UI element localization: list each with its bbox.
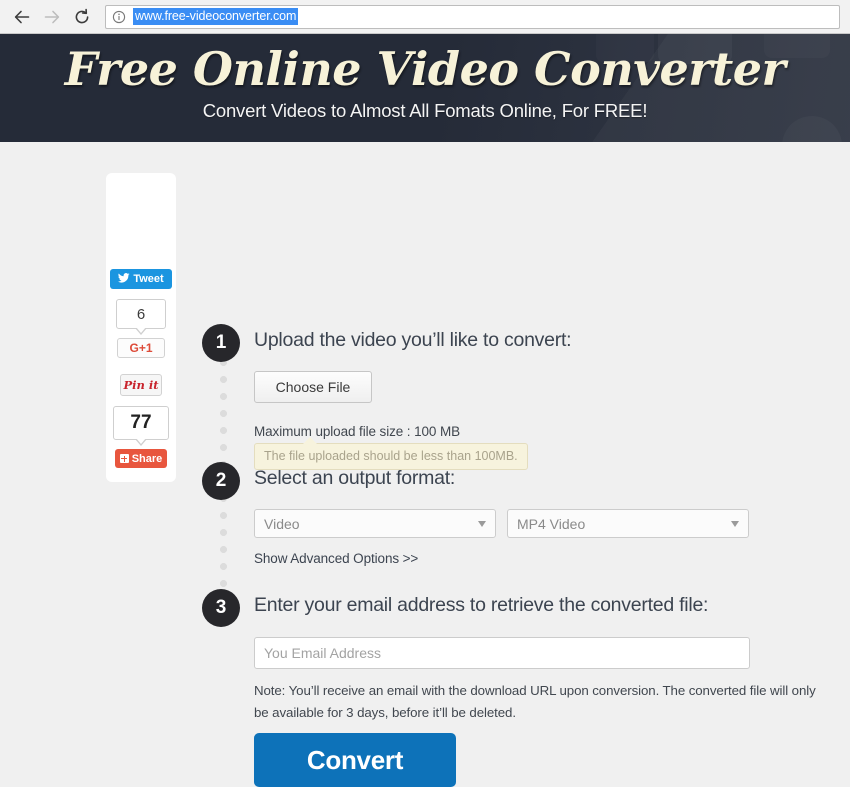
reload-button[interactable] (68, 3, 96, 31)
page-subtitle: Convert Videos to Almost All Fomats Onli… (202, 100, 648, 121)
chevron-down-icon (478, 520, 486, 527)
pinterest-button[interactable]: Pin it (120, 374, 162, 396)
tweet-button[interactable]: Tweet (110, 269, 172, 289)
tweet-label: Tweet (133, 273, 164, 285)
upload-size-tooltip: The file uploaded should be less than 10… (254, 437, 528, 470)
google-plus-button[interactable]: G+1 (117, 338, 165, 358)
step-3-title: Enter your email address to retrieve the… (254, 594, 709, 616)
plus-icon (119, 454, 129, 463)
hero-banner: Free Online Video Converter Convert Vide… (0, 34, 850, 142)
step-1-title: Upload the video you’ll like to convert: (254, 329, 572, 351)
forward-button[interactable] (38, 3, 66, 31)
format-category-select[interactable]: Video (254, 509, 496, 538)
step-3-badge: 3 (202, 589, 240, 627)
share-button[interactable]: Share (115, 449, 167, 468)
show-advanced-options-link[interactable]: Show Advanced Options >> (254, 551, 418, 566)
social-share-rail: Tweet 6 G+1 Pin it 77 Share (106, 173, 176, 482)
step-2-badge: 2 (202, 462, 240, 500)
twitter-bird-icon (118, 272, 130, 286)
address-bar[interactable]: www.free-videoconverter.com (105, 4, 840, 29)
step-2-title: Select an output format: (254, 467, 456, 489)
convert-button[interactable]: Convert (254, 733, 456, 787)
page-title: Free Online Video Converter (64, 42, 786, 96)
back-arrow-icon (13, 8, 31, 26)
page-content: Tweet 6 G+1 Pin it 77 Share 1 Upload the… (0, 142, 850, 787)
info-circle-icon[interactable] (112, 10, 126, 24)
choose-file-button[interactable]: Choose File (254, 371, 372, 403)
share-count: 77 (113, 406, 169, 446)
max-upload-size-text: Maximum upload file size : 100 MB (254, 424, 461, 439)
forward-arrow-icon (43, 8, 61, 26)
email-note-text: Note: You’ll receive an email with the d… (254, 683, 816, 720)
format-type-value: MP4 Video (517, 515, 586, 532)
url-text[interactable]: www.free-videoconverter.com (133, 8, 299, 25)
back-button[interactable] (8, 3, 36, 31)
format-category-value: Video (264, 515, 300, 532)
tweet-count: 6 (116, 299, 166, 335)
browser-toolbar: www.free-videoconverter.com (0, 0, 850, 34)
step-1-badge: 1 (202, 324, 240, 362)
pin-it-label: Pin it (123, 378, 159, 392)
share-label: Share (131, 452, 163, 465)
chevron-down-icon (731, 520, 739, 527)
format-type-select[interactable]: MP4 Video (507, 509, 749, 538)
email-input[interactable]: You Email Address (254, 637, 750, 669)
reload-icon (73, 8, 91, 26)
google-plus-icon: G+1 (129, 341, 153, 355)
